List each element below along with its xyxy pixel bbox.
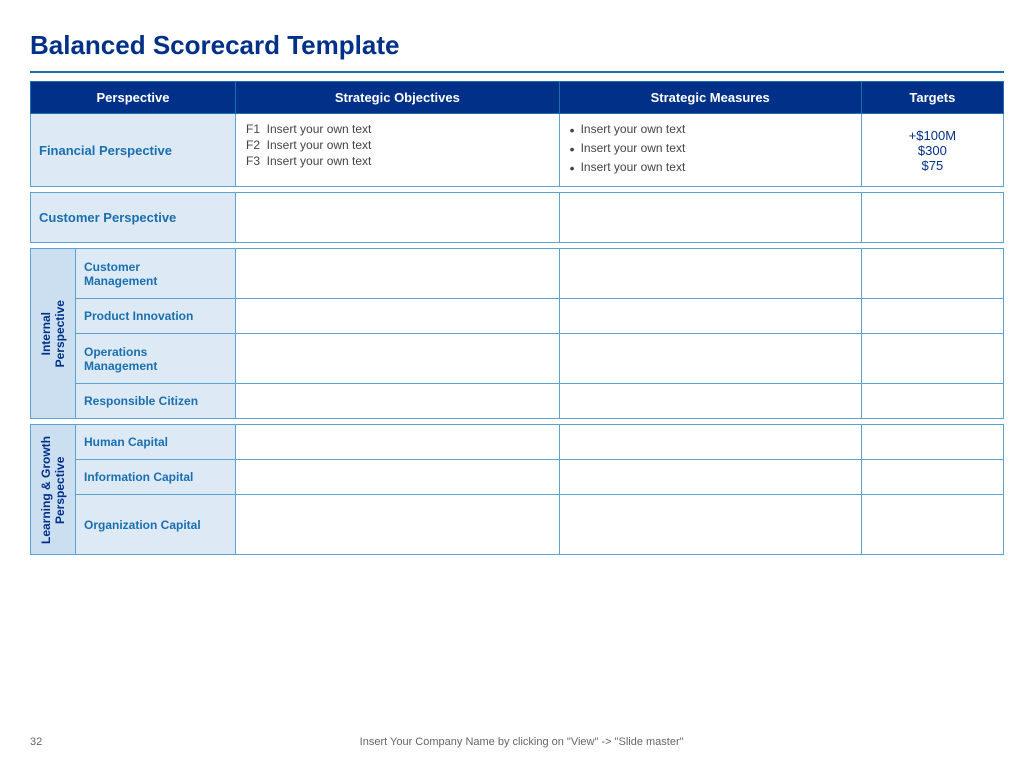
organization-capital-targets bbox=[861, 495, 1003, 555]
product-innovation-objectives bbox=[236, 299, 560, 334]
human-capital-measures bbox=[559, 425, 861, 460]
customer-management-label: CustomerManagement bbox=[76, 249, 236, 299]
financial-perspective-label: Financial Perspective bbox=[31, 114, 236, 187]
internal-product-innovation-row: Product Innovation bbox=[31, 299, 1004, 334]
page: Balanced Scorecard Template Perspective … bbox=[0, 0, 1024, 768]
objective-f3: F3 Insert your own text bbox=[246, 154, 549, 168]
financial-measures-cell: • Insert your own text • Insert your own… bbox=[559, 114, 861, 187]
customer-management-measures bbox=[559, 249, 861, 299]
organization-capital-label: Organization Capital bbox=[76, 495, 236, 555]
header-strategic-measures: Strategic Measures bbox=[559, 82, 861, 114]
product-innovation-measures bbox=[559, 299, 861, 334]
organization-capital-measures bbox=[559, 495, 861, 555]
measure-3: • Insert your own text bbox=[570, 160, 851, 177]
customer-targets-cell bbox=[861, 193, 1003, 243]
product-innovation-targets bbox=[861, 299, 1003, 334]
footer-text: Insert Your Company Name by clicking on … bbox=[360, 736, 684, 748]
title-divider bbox=[30, 71, 1004, 73]
human-capital-targets bbox=[861, 425, 1003, 460]
measure-2: • Insert your own text bbox=[570, 141, 851, 158]
organization-capital-objectives bbox=[236, 495, 560, 555]
page-number: 32 bbox=[30, 736, 42, 748]
customer-management-objectives bbox=[236, 249, 560, 299]
customer-row: Customer Perspective bbox=[31, 193, 1004, 243]
internal-customer-management-row: InternalPerspective CustomerManagement bbox=[31, 249, 1004, 299]
operations-management-targets bbox=[861, 334, 1003, 384]
internal-operations-management-row: OperationsManagement bbox=[31, 334, 1004, 384]
information-capital-targets bbox=[861, 460, 1003, 495]
objective-f2: F2 Insert your own text bbox=[246, 138, 549, 152]
customer-measures-cell bbox=[559, 193, 861, 243]
operations-management-label: OperationsManagement bbox=[76, 334, 236, 384]
customer-management-targets bbox=[861, 249, 1003, 299]
internal-perspective-label-cell: InternalPerspective bbox=[31, 249, 76, 419]
financial-objectives-cell: F1 Insert your own text F2 Insert your o… bbox=[236, 114, 560, 187]
responsible-citizen-label: Responsible Citizen bbox=[76, 384, 236, 419]
header-strategic-objectives: Strategic Objectives bbox=[236, 82, 560, 114]
measure-1: • Insert your own text bbox=[570, 122, 851, 139]
customer-objectives-cell bbox=[236, 193, 560, 243]
objective-f1: F1 Insert your own text bbox=[246, 122, 549, 136]
learning-information-capital-row: Information Capital bbox=[31, 460, 1004, 495]
scorecard-table-wrapper: Perspective Strategic Objectives Strateg… bbox=[30, 81, 1004, 728]
responsible-citizen-measures bbox=[559, 384, 861, 419]
responsible-citizen-targets bbox=[861, 384, 1003, 419]
information-capital-objectives bbox=[236, 460, 560, 495]
financial-targets-cell: +$100M $300 $75 bbox=[861, 114, 1003, 187]
learning-organization-capital-row: Organization Capital bbox=[31, 495, 1004, 555]
product-innovation-label: Product Innovation bbox=[76, 299, 236, 334]
information-capital-measures bbox=[559, 460, 861, 495]
learning-human-capital-row: Learning & GrowthPerspective Human Capit… bbox=[31, 425, 1004, 460]
page-footer: 32 Insert Your Company Name by clicking … bbox=[30, 728, 1004, 748]
learning-growth-perspective-label-cell: Learning & GrowthPerspective bbox=[31, 425, 76, 555]
scorecard-table: Perspective Strategic Objectives Strateg… bbox=[30, 81, 1004, 555]
operations-management-measures bbox=[559, 334, 861, 384]
header-perspective: Perspective bbox=[31, 82, 236, 114]
financial-row: Financial Perspective F1 Insert your own… bbox=[31, 114, 1004, 187]
operations-management-objectives bbox=[236, 334, 560, 384]
information-capital-label: Information Capital bbox=[76, 460, 236, 495]
table-header-row: Perspective Strategic Objectives Strateg… bbox=[31, 82, 1004, 114]
page-title: Balanced Scorecard Template bbox=[30, 30, 1004, 61]
header-targets: Targets bbox=[861, 82, 1003, 114]
human-capital-objectives bbox=[236, 425, 560, 460]
internal-responsible-citizen-row: Responsible Citizen bbox=[31, 384, 1004, 419]
customer-perspective-label: Customer Perspective bbox=[31, 193, 236, 243]
human-capital-label: Human Capital bbox=[76, 425, 236, 460]
responsible-citizen-objectives bbox=[236, 384, 560, 419]
